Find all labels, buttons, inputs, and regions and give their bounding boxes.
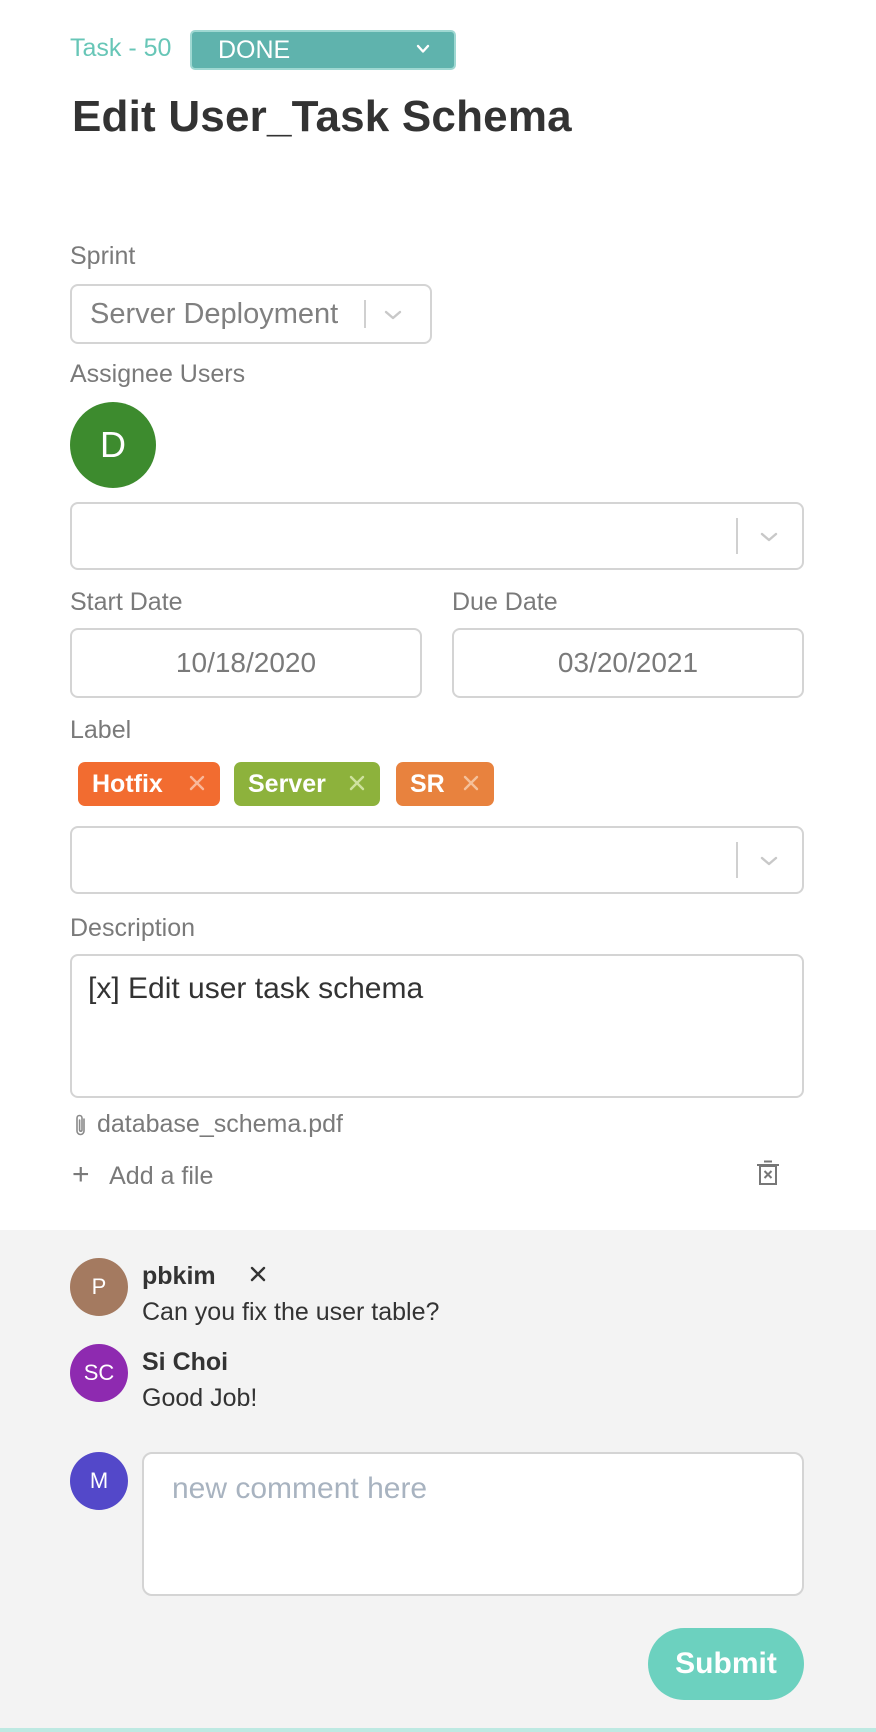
- chevron-down-icon[interactable]: [382, 304, 404, 326]
- select-separator: [736, 842, 738, 878]
- comment-author: Si Choi: [142, 1348, 229, 1376]
- bottom-border: [0, 1728, 876, 1732]
- select-separator: [736, 518, 738, 554]
- close-icon[interactable]: [248, 1264, 268, 1284]
- comment-input[interactable]: [142, 1452, 804, 1596]
- avatar[interactable]: D: [70, 402, 156, 488]
- close-icon[interactable]: [348, 774, 366, 792]
- sprint-label: Sprint: [70, 242, 136, 270]
- tag-text: Hotfix: [92, 770, 163, 798]
- label-tag-hotfix: Hotfix: [78, 762, 220, 806]
- sprint-select[interactable]: Server Deployment: [70, 284, 432, 344]
- start-date-input[interactable]: 10/18/2020: [70, 628, 422, 698]
- add-file-button[interactable]: + Add a file: [72, 1158, 213, 1192]
- due-date-input[interactable]: 03/20/2021: [452, 628, 804, 698]
- task-id: Task - 50: [70, 34, 172, 62]
- page-title: Edit User_Task Schema: [72, 92, 572, 141]
- comment-author: pbkim: [142, 1262, 216, 1290]
- close-icon[interactable]: [462, 774, 480, 792]
- description-textarea[interactable]: [x] Edit user task schema: [70, 954, 804, 1098]
- description-label: Description: [70, 914, 196, 942]
- assignee-select[interactable]: [70, 502, 804, 570]
- add-file-label: Add a file: [109, 1162, 214, 1190]
- label-select[interactable]: [70, 826, 804, 894]
- select-separator: [364, 300, 366, 328]
- label-tag-server: Server: [234, 762, 380, 806]
- label-tag-sr: SR: [396, 762, 494, 806]
- tag-text: SR: [410, 770, 445, 798]
- submit-button[interactable]: Submit: [648, 1628, 804, 1700]
- assignee-label: Assignee Users: [70, 360, 246, 388]
- avatar: M: [70, 1452, 128, 1510]
- tag-text: Server: [248, 770, 326, 798]
- comment-text: Good Job!: [142, 1384, 258, 1412]
- trash-icon[interactable]: [756, 1160, 780, 1186]
- paperclip-icon: [76, 1115, 85, 1136]
- due-date-label: Due Date: [452, 588, 558, 616]
- chevron-down-icon: [416, 44, 430, 53]
- avatar: SC: [70, 1344, 128, 1402]
- label-section-label: Label: [70, 716, 132, 744]
- chevron-down-icon[interactable]: [758, 526, 780, 548]
- attachment-link[interactable]: database_schema.pdf: [74, 1110, 343, 1139]
- plus-icon: +: [72, 1158, 90, 1191]
- task-edit-panel: Task - 50 DONE Edit User_Task Schema Spr…: [0, 0, 876, 1230]
- comment-text: Can you fix the user table?: [142, 1298, 440, 1326]
- chevron-down-icon[interactable]: [758, 850, 780, 872]
- sprint-value: Server Deployment: [90, 298, 339, 330]
- attachment-filename: database_schema.pdf: [96, 1110, 343, 1138]
- status-dropdown[interactable]: DONE: [190, 30, 456, 70]
- start-date-label: Start Date: [70, 588, 183, 616]
- avatar: P: [70, 1258, 128, 1316]
- close-icon[interactable]: [188, 774, 206, 792]
- status-value: DONE: [218, 36, 291, 64]
